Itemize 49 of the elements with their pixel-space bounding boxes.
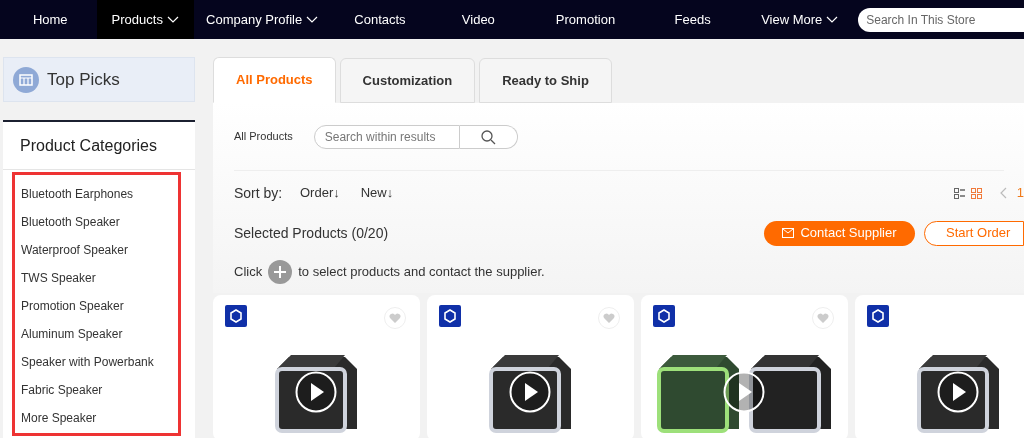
- hint-text: Click: [234, 263, 263, 282]
- tab[interactable]: Customization: [339, 58, 476, 103]
- nav-item[interactable]: View More: [741, 0, 859, 39]
- play-icon[interactable]: [723, 371, 765, 413]
- category-link[interactable]: Speaker with Powerbank: [21, 352, 178, 373]
- sort-label: Sort by:: [234, 183, 284, 203]
- sort-option[interactable]: Order↓: [300, 183, 340, 203]
- category-link[interactable]: Waterproof Speaker: [21, 240, 178, 261]
- product-card[interactable]: [641, 295, 848, 438]
- nav-item[interactable]: Company Profile: [193, 0, 331, 39]
- search-field[interactable]: Search within results: [313, 124, 460, 149]
- top-picks-title: Top Picks: [47, 68, 120, 91]
- category-link[interactable]: Promotion Speaker: [21, 296, 178, 317]
- grid-view-icon[interactable]: [970, 187, 982, 199]
- badge-icon: [867, 305, 889, 327]
- category-link[interactable]: More Speaker: [21, 408, 178, 429]
- category-link[interactable]: Fabric Speaker: [21, 380, 178, 401]
- badge-icon: [653, 305, 675, 327]
- play-icon[interactable]: [295, 371, 337, 413]
- nav-item[interactable]: Home: [4, 0, 97, 39]
- product-card[interactable]: [427, 295, 634, 438]
- selected-products-count: Selected Products (0/20): [234, 223, 389, 243]
- nav-item[interactable]: Video: [429, 0, 528, 39]
- sort-option[interactable]: New↓: [360, 183, 394, 203]
- product-card[interactable]: [213, 295, 420, 438]
- play-icon[interactable]: [937, 371, 979, 413]
- category-link[interactable]: Aluminum Speaker: [21, 324, 178, 345]
- store-icon: [13, 66, 39, 93]
- hint-text: to select products and contact the supplier.: [298, 263, 545, 282]
- list-view-icon[interactable]: [953, 187, 965, 199]
- product-card[interactable]: [855, 295, 1024, 438]
- plus-icon[interactable]: [268, 260, 293, 284]
- nav-item[interactable]: Feeds: [643, 0, 742, 39]
- mail-icon: [782, 228, 795, 238]
- search-button[interactable]: [459, 124, 518, 149]
- badge-icon: [439, 305, 461, 327]
- nav-item[interactable]: Contacts: [330, 0, 430, 39]
- nav-item[interactable]: Promotion: [527, 0, 644, 39]
- search-icon[interactable]: [480, 128, 497, 145]
- category-link[interactable]: Bluetooth Speaker: [21, 212, 178, 233]
- nav-item[interactable]: Products: [96, 0, 194, 39]
- play-icon[interactable]: [509, 371, 551, 413]
- filter-label: All Products: [234, 129, 293, 145]
- category-link[interactable]: TWS Speaker: [21, 268, 178, 289]
- store-search-field[interactable]: Search In This Store: [858, 7, 1024, 32]
- categories-title: Product Categories: [3, 122, 195, 170]
- tab[interactable]: Ready to Ship: [479, 58, 612, 103]
- badge-icon: [225, 305, 247, 327]
- category-link[interactable]: Bluetooth Earphones: [21, 184, 178, 205]
